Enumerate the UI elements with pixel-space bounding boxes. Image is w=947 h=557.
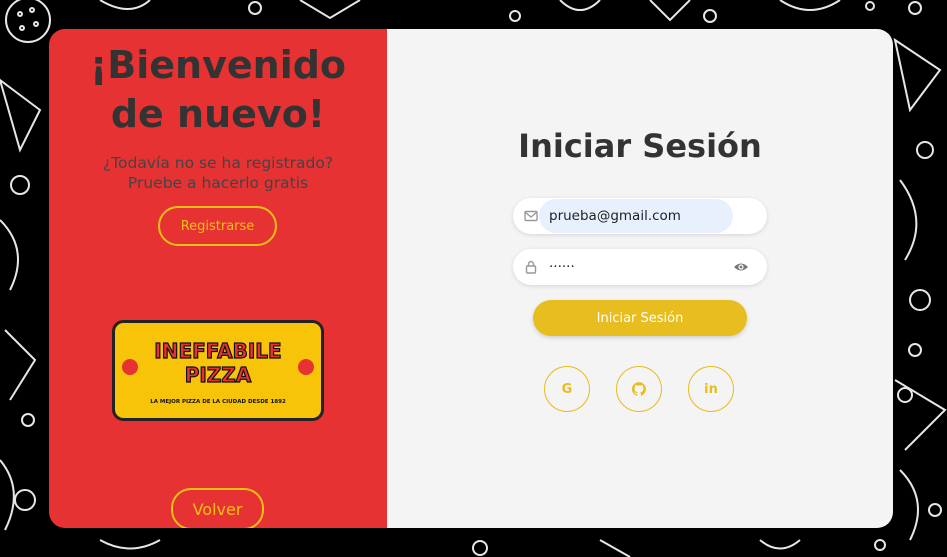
welcome-panel: ¡Bienvenido de nuevo! ¿Todavía no se ha … [49, 29, 387, 528]
google-icon: G [561, 381, 573, 397]
show-password-eye-icon[interactable] [733, 260, 749, 274]
linkedin-login-button[interactable]: in [688, 366, 734, 412]
welcome-line-2: de nuevo! [110, 92, 326, 136]
email-input[interactable] [539, 199, 733, 233]
welcome-heading: ¡Bienvenido de nuevo! [49, 41, 387, 139]
lock-icon [525, 260, 537, 274]
login-title: Iniciar Sesión [518, 127, 762, 165]
register-button[interactable]: Registrarse [158, 206, 277, 246]
envelope-icon [524, 210, 538, 222]
ineffabile-pizza-logo: INEFFABILE PIZZA LA MEJOR PIZZA DE LA CI… [112, 320, 324, 421]
register-prompt-line-1: ¿Todavía no se ha registrado? [102, 154, 334, 172]
back-button[interactable]: Volver [171, 488, 264, 528]
password-input[interactable] [539, 250, 719, 284]
login-panel: Iniciar Sesión Iniciar Sesión G [387, 29, 893, 528]
google-login-button[interactable]: G [544, 366, 590, 412]
linkedin-icon: in [704, 381, 718, 397]
register-prompt-line-2: Pruebe a hacerlo gratis [127, 174, 309, 192]
github-login-button[interactable] [616, 366, 662, 412]
email-field [513, 198, 767, 234]
logo-name-line-2: PIZZA [185, 363, 252, 387]
logo-name-line-1: INEFFABILE [154, 339, 281, 363]
github-icon [632, 382, 646, 396]
password-field [513, 249, 767, 285]
logo-tagline: LA MEJOR PIZZA DE LA CIUDAD DESDE 1892 [150, 399, 286, 405]
welcome-line-1: ¡Bienvenido [89, 43, 347, 87]
login-card: ¡Bienvenido de nuevo! ¿Todavía no se ha … [49, 29, 893, 528]
login-submit-button[interactable]: Iniciar Sesión [533, 300, 747, 336]
register-prompt: ¿Todavía no se ha registrado? Pruebe a h… [49, 153, 387, 193]
